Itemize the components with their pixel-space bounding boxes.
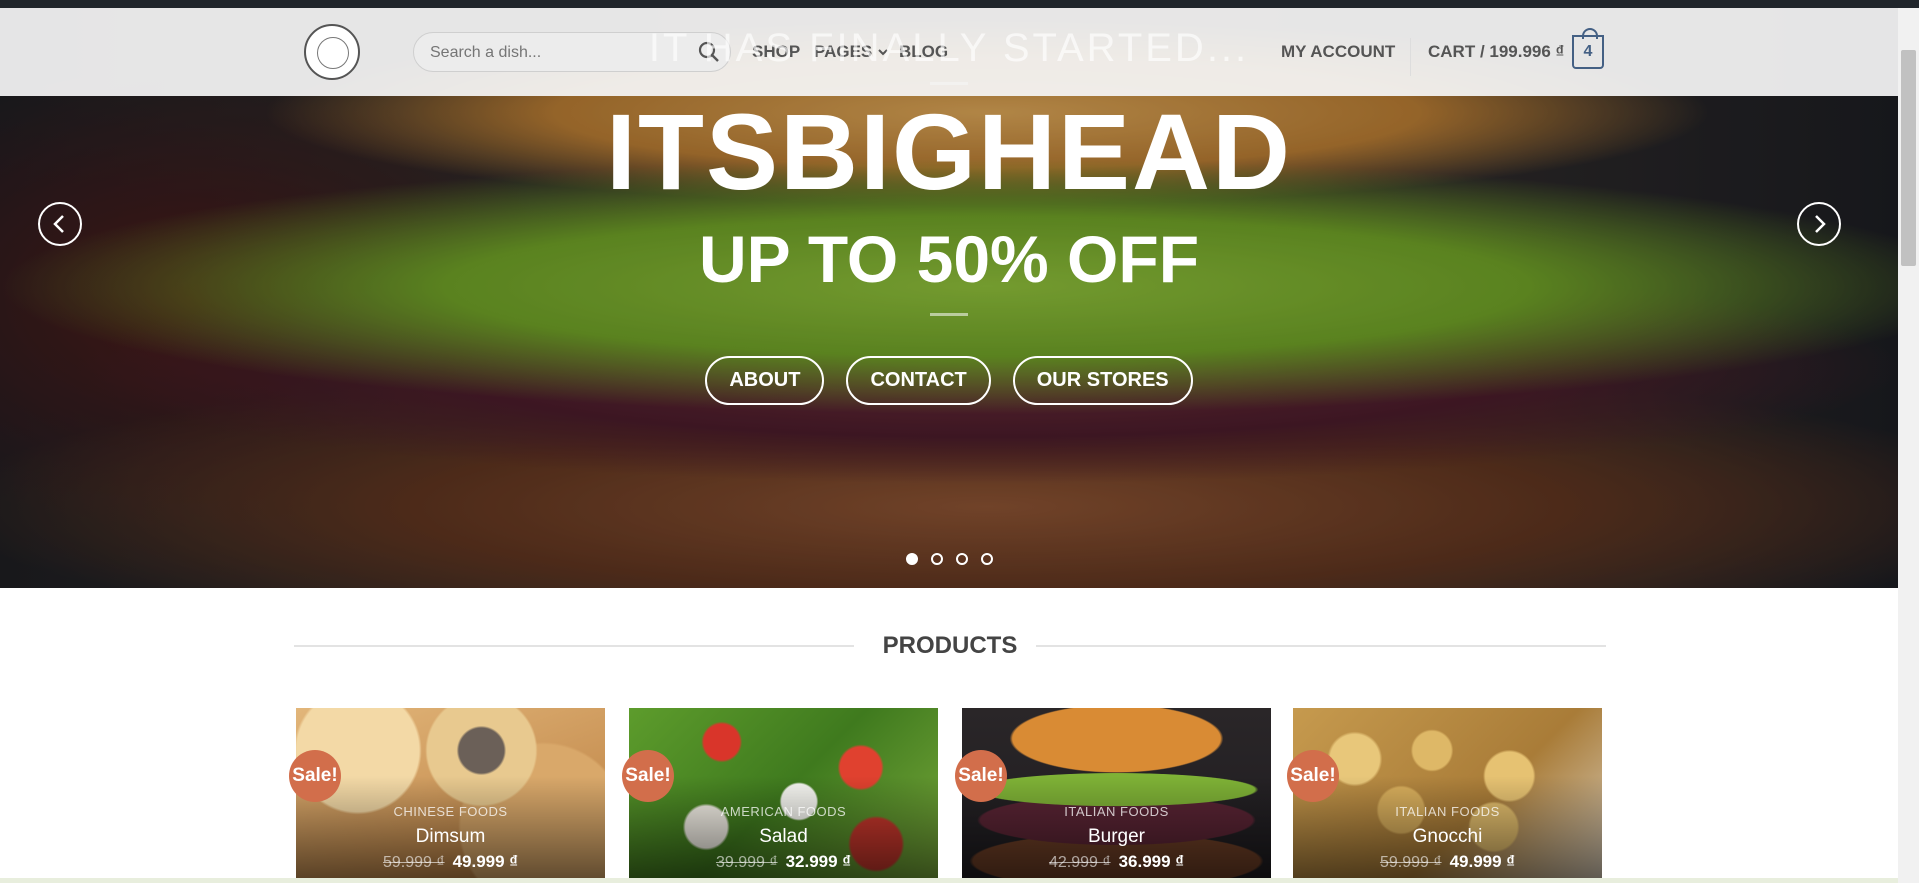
bottom-strip: [0, 878, 1919, 883]
hero-divider-bottom: [930, 313, 968, 316]
sale-price: 32.999 ₫: [785, 852, 852, 871]
chevron-right-icon: [1815, 215, 1826, 233]
product-card-burger[interactable]: ITALIAN FOODS Burger 42.999 ₫ 36.999 ₫: [962, 708, 1271, 878]
hero-title: ITSBIGHEAD: [605, 91, 1293, 212]
products-heading: PRODUCTS: [294, 630, 1606, 660]
products-title: PRODUCTS: [882, 632, 1018, 659]
product-prices: 59.999 ₫ 49.999 ₫: [296, 852, 605, 872]
sale-price: 36.999 ₫: [1118, 852, 1185, 871]
sale-price: 49.999 ₫: [1449, 852, 1516, 871]
product-card-gnocchi[interactable]: ITALIAN FOODS Gnocchi 59.999 ₫ 49.999 ₫: [1293, 708, 1602, 878]
sale-badge: Sale!: [1287, 750, 1339, 802]
product-card-dimsum[interactable]: CHINESE FOODS Dimsum 59.999 ₫ 49.999 ₫: [296, 708, 605, 878]
hero-kicker: IT HAS FINALLY STARTED...: [648, 26, 1250, 70]
next-slide-button[interactable]: [1797, 202, 1841, 246]
product-category: ITALIAN FOODS: [1064, 804, 1169, 819]
sale-badge: Sale!: [622, 750, 674, 802]
product-name: Dimsum: [415, 826, 486, 847]
product-prices: 42.999 ₫ 36.999 ₫: [962, 852, 1271, 872]
product-category: AMERICAN FOODS: [720, 804, 847, 819]
sale-badge: Sale!: [955, 750, 1007, 802]
our-stores-button[interactable]: OUR STORES: [1012, 356, 1193, 405]
slide-dot-2[interactable]: [930, 553, 943, 565]
prev-slide-button[interactable]: [38, 202, 82, 246]
product-name: Burger: [1087, 826, 1146, 847]
product-prices: 39.999 ₫ 32.999 ₫: [629, 852, 938, 872]
slide-dot-4[interactable]: [980, 553, 993, 565]
old-price: 39.999 ₫: [715, 854, 778, 871]
contact-button[interactable]: CONTACT: [846, 356, 991, 405]
product-prices: 59.999 ₫ 49.999 ₫: [1293, 852, 1602, 872]
product-category: ITALIAN FOODS: [1395, 804, 1500, 819]
hero-subtitle: UP TO 50% OFF: [698, 222, 1200, 296]
scrollbar-thumb[interactable]: [1901, 50, 1916, 266]
page-scrollbar[interactable]: [1898, 8, 1919, 883]
slide-dot-1[interactable]: [905, 553, 918, 565]
slide-dots: [0, 553, 1898, 565]
chevron-left-icon: [53, 215, 64, 233]
product-category: CHINESE FOODS: [393, 804, 508, 819]
browser-top-strip: [0, 0, 1919, 8]
old-price: 59.999 ₫: [382, 854, 445, 871]
slide-dot-3[interactable]: [955, 553, 968, 565]
product-name: Gnocchi: [1412, 826, 1483, 847]
sale-badge: Sale!: [289, 750, 341, 802]
product-name: Salad: [759, 826, 808, 847]
hero-buttons: ABOUT CONTACT OUR STORES: [0, 356, 1898, 405]
sale-price: 49.999 ₫: [452, 852, 519, 871]
old-price: 42.999 ₫: [1048, 854, 1111, 871]
product-card-salad[interactable]: AMERICAN FOODS Salad 39.999 ₫ 32.999 ₫: [629, 708, 938, 878]
product-grid: CHINESE FOODS Dimsum 59.999 ₫ 49.999 ₫ AM…: [296, 708, 1602, 878]
old-price: 59.999 ₫: [1379, 854, 1442, 871]
about-button[interactable]: ABOUT: [705, 356, 825, 405]
